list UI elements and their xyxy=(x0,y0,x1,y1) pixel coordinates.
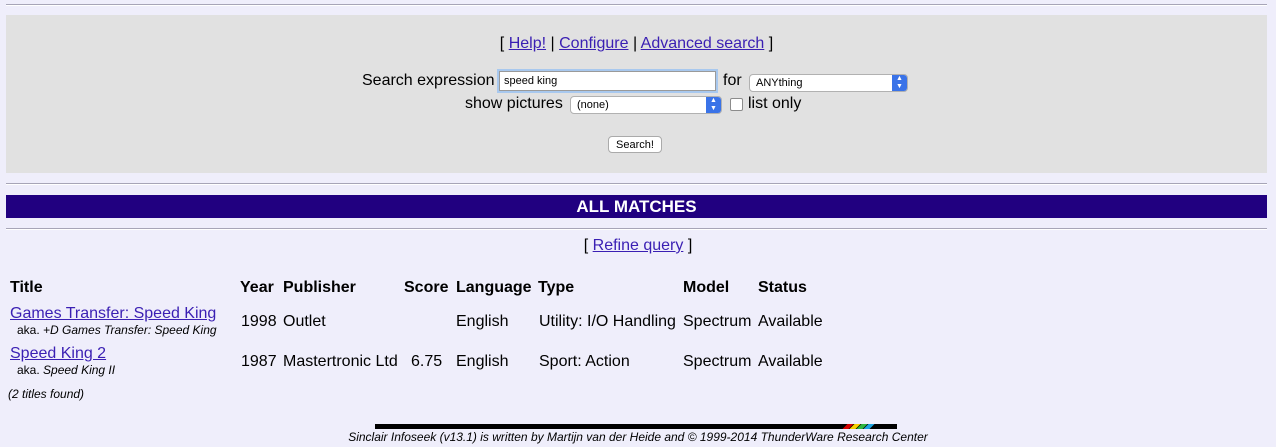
status-cell: Available xyxy=(758,313,823,330)
refine-query-link[interactable]: Refine query xyxy=(593,237,684,254)
aka-title: Speed King II xyxy=(43,363,116,377)
separator: | xyxy=(632,35,638,52)
title-link[interactable]: Games Transfer: Speed King xyxy=(10,305,216,323)
all-matches-banner: ALL MATCHES xyxy=(6,195,1267,218)
column-header-title: Title xyxy=(10,279,43,296)
column-header-type: Type xyxy=(538,279,575,296)
aka-text: aka. +D Games Transfer: Speed King xyxy=(17,323,217,337)
language-cell: English xyxy=(456,313,509,330)
search-panel: [ Help! | Configure | Advanced search ] … xyxy=(6,15,1267,173)
search-scope-select[interactable]: ANYthing ▲ ▼ xyxy=(749,74,908,92)
advanced-search-link[interactable]: Advanced search xyxy=(641,35,765,52)
configure-link[interactable]: Configure xyxy=(559,35,628,52)
search-expression-label: Search expression xyxy=(362,72,495,89)
search-button[interactable]: Search! xyxy=(608,136,662,153)
bracket-close: ] xyxy=(768,35,774,52)
search-input[interactable] xyxy=(497,69,718,93)
titles-found-count: (2 titles found) xyxy=(8,387,85,401)
show-pictures-label: show pictures xyxy=(465,95,563,112)
separator: | xyxy=(550,35,555,52)
bracket-open: [ xyxy=(499,35,505,52)
column-header-model: Model xyxy=(683,279,730,296)
year-cell: 1987 xyxy=(241,353,277,370)
column-header-year: Year xyxy=(240,279,274,296)
list-only-label: list only xyxy=(748,95,802,112)
score-cell: 6.75 xyxy=(411,353,443,370)
divider xyxy=(6,228,1267,230)
column-header-language: Language xyxy=(456,279,532,296)
aka-title: +D Games Transfer: Speed King xyxy=(43,323,217,337)
search-scope-value: ANYthing xyxy=(756,77,803,89)
updown-chevron-icon: ▲ ▼ xyxy=(706,97,721,113)
model-cell: Spectrum xyxy=(683,353,752,370)
bracket-close: ] xyxy=(687,237,693,254)
model-cell: Spectrum xyxy=(683,313,752,330)
year-cell: 1998 xyxy=(241,313,277,330)
title-link[interactable]: Speed King 2 xyxy=(10,345,106,363)
refine-query-line: [ Refine query ] xyxy=(0,237,1276,255)
type-cell: Sport: Action xyxy=(539,353,630,370)
footer-credit: Sinclair Infoseek (v13.1) is written by … xyxy=(348,430,928,444)
publisher-cell: Outlet xyxy=(283,313,326,330)
help-link[interactable]: Help! xyxy=(509,35,546,52)
divider xyxy=(6,183,1267,185)
updown-chevron-icon: ▲ ▼ xyxy=(892,75,907,91)
aka-prefix: aka. xyxy=(17,363,40,377)
aka-text: aka. Speed King II xyxy=(17,363,115,377)
column-header-publisher: Publisher xyxy=(283,279,356,296)
publisher-cell: Mastertronic Ltd xyxy=(283,353,398,370)
bracket-open: [ xyxy=(583,237,589,254)
aka-prefix: aka. xyxy=(17,323,40,337)
for-label: for xyxy=(723,72,742,89)
top-divider xyxy=(6,4,1267,6)
type-cell: Utility: I/O Handling xyxy=(539,313,676,330)
language-cell: English xyxy=(456,353,509,370)
column-header-score: Score xyxy=(404,279,449,296)
pictures-select[interactable]: (none) ▲ ▼ xyxy=(570,96,722,114)
pictures-select-value: (none) xyxy=(577,99,609,111)
column-header-status: Status xyxy=(758,279,807,296)
status-cell: Available xyxy=(758,353,823,370)
help-links: [ Help! | Configure | Advanced search ] xyxy=(6,35,1267,53)
spectrum-rainbow-bar xyxy=(375,424,897,429)
list-only-checkbox[interactable] xyxy=(730,98,743,111)
